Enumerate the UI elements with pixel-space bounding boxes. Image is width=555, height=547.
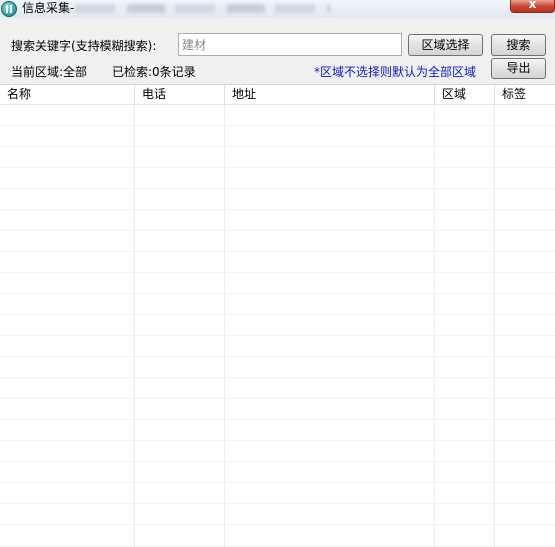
column-header-tag[interactable]: 标签: [495, 85, 555, 104]
blurred-title-text: [75, 4, 330, 13]
column-header-region[interactable]: 区域: [435, 85, 495, 104]
search-label: 搜索关键字(支持模糊搜索):: [11, 39, 157, 53]
close-button[interactable]: x: [510, 0, 555, 13]
results-table[interactable]: 名称 电话 地址 区域 标签: [0, 84, 555, 547]
toolbar: 搜索关键字(支持模糊搜索): 区域选择 搜索 导出 当前区域:全部 已检索:0条…: [0, 18, 555, 84]
column-divider: [134, 105, 135, 547]
search-button[interactable]: 搜索: [491, 34, 546, 56]
close-icon: x: [528, 0, 537, 11]
table-header: 名称 电话 地址 区域 标签: [0, 85, 555, 105]
column-header-phone[interactable]: 电话: [135, 85, 225, 104]
export-button[interactable]: 导出: [491, 58, 546, 79]
search-input[interactable]: [178, 33, 402, 56]
current-region-label: 当前区域:全部: [11, 65, 88, 79]
column-header-address[interactable]: 地址: [225, 85, 435, 104]
region-hint: *区域不选择则默认为全部区域: [314, 65, 477, 79]
region-select-button[interactable]: 区域选择: [408, 34, 483, 56]
title-bar: 信息采集- x: [0, 0, 555, 18]
table-body[interactable]: [0, 105, 555, 547]
column-header-name[interactable]: 名称: [0, 85, 135, 104]
app-pause-icon: [1, 1, 17, 17]
column-divider: [434, 105, 435, 547]
column-divider: [494, 105, 495, 547]
window-title: 信息采集-: [22, 1, 75, 15]
column-divider: [224, 105, 225, 547]
result-count-label: 已检索:0条记录: [112, 65, 196, 79]
